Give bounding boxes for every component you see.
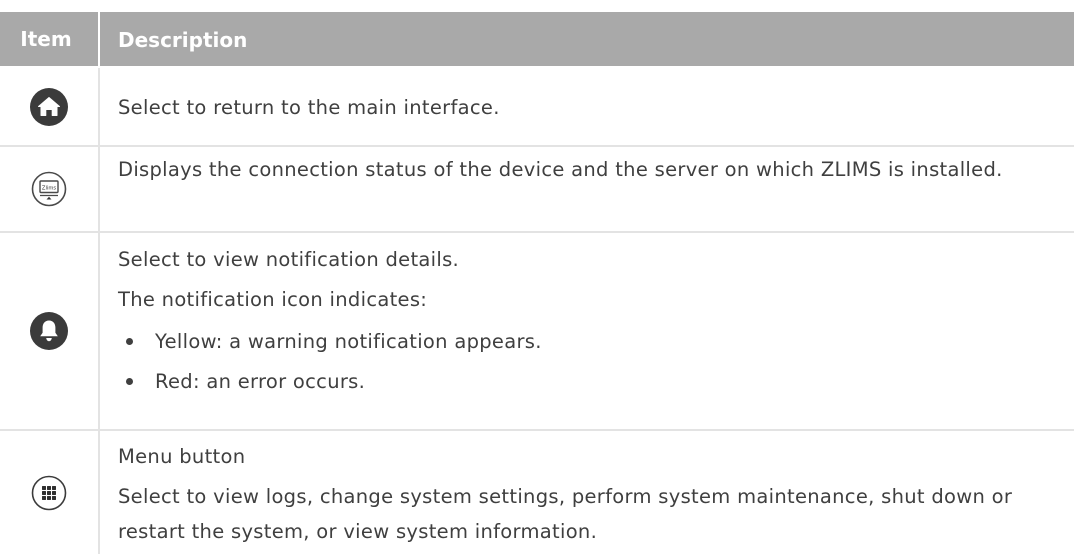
zlims-connection-icon: Zlims [31,171,67,207]
description-cell: Menu button Select to view logs, change … [100,431,1074,554]
description-cell: Select to view notification details. The… [100,233,1074,429]
description-text: The notification icon indicates: [118,288,428,311]
header-item-cell: Item [0,12,100,66]
header-item-label: Item [20,27,72,51]
description-text: Select to return to the main interface. [118,96,500,119]
description-cell: Displays the connection status of the de… [100,147,1074,231]
notification-bell-icon [29,311,69,351]
description-text: Select to view notification details. [118,248,460,271]
description-text: Displays the connection status of the de… [118,158,1003,181]
table-row: Menu button Select to view logs, change … [0,431,1074,554]
table-row: Select to view notification details. The… [0,233,1074,431]
description-text: Menu button [118,445,246,468]
menu-grid-icon [31,475,67,511]
zlims-icon-label: Zlims [42,185,56,191]
notification-color-list: Yellow: a warning notification appears. … [118,324,1068,399]
description-cell: Select to return to the main interface. [100,68,1074,145]
item-description-table: Item Description Select to return to the… [0,12,1074,554]
item-cell [0,233,100,429]
header-description-label: Description [118,28,248,52]
table-row: Select to return to the main interface. [0,68,1074,147]
header-description-cell: Description [100,12,1074,66]
item-cell [0,431,100,554]
description-text: Select to view logs, change system setti… [118,485,1013,543]
item-cell [0,68,100,145]
list-item: Red: an error occurs. [118,364,1068,399]
table-header-row: Item Description [0,12,1074,68]
home-icon [29,87,69,127]
item-cell: Zlims [0,147,100,231]
table-row: Zlims Displays the connection status of … [0,147,1074,233]
list-item: Yellow: a warning notification appears. [118,324,1068,359]
